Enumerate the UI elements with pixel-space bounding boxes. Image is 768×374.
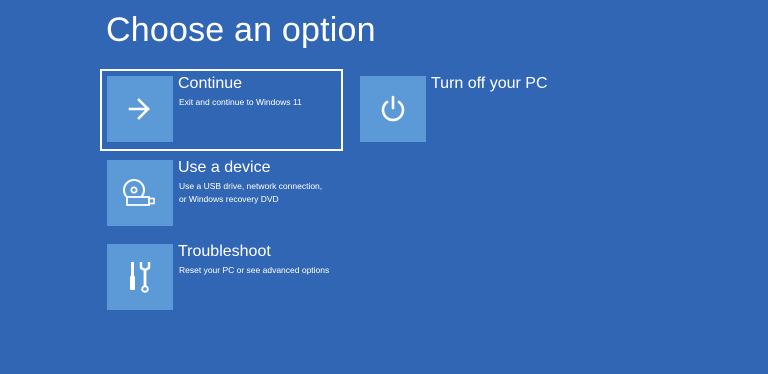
- troubleshoot-option[interactable]: Troubleshoot Reset your PC or see advanc…: [100, 237, 343, 319]
- use-device-description: Use a USB drive, network connection, or …: [179, 181, 323, 204]
- troubleshoot-title: Troubleshoot: [178, 243, 271, 260]
- turn-off-title: Turn off your PC: [431, 75, 548, 92]
- power-icon: [377, 93, 409, 125]
- disc-usb-icon: [122, 178, 158, 208]
- arrow-right-icon: [128, 98, 152, 120]
- turn-off-option[interactable]: Turn off your PC: [353, 69, 596, 151]
- use-device-tile[interactable]: [107, 160, 173, 226]
- troubleshoot-description: Reset your PC or see advanced options: [179, 265, 330, 275]
- continue-title: Continue: [178, 75, 243, 92]
- use-device-option[interactable]: Use a device Use a USB drive, network co…: [100, 153, 343, 235]
- tools-icon: [125, 259, 155, 295]
- continue-description: Exit and continue to Windows 11: [179, 97, 302, 107]
- page-title: Choose an option: [106, 11, 376, 49]
- continue-tile[interactable]: [107, 76, 173, 142]
- use-device-title: Use a device: [178, 159, 271, 176]
- turn-off-tile[interactable]: [360, 76, 426, 142]
- troubleshoot-tile[interactable]: [107, 244, 173, 310]
- continue-option[interactable]: Continue Exit and continue to Windows 11: [100, 69, 343, 151]
